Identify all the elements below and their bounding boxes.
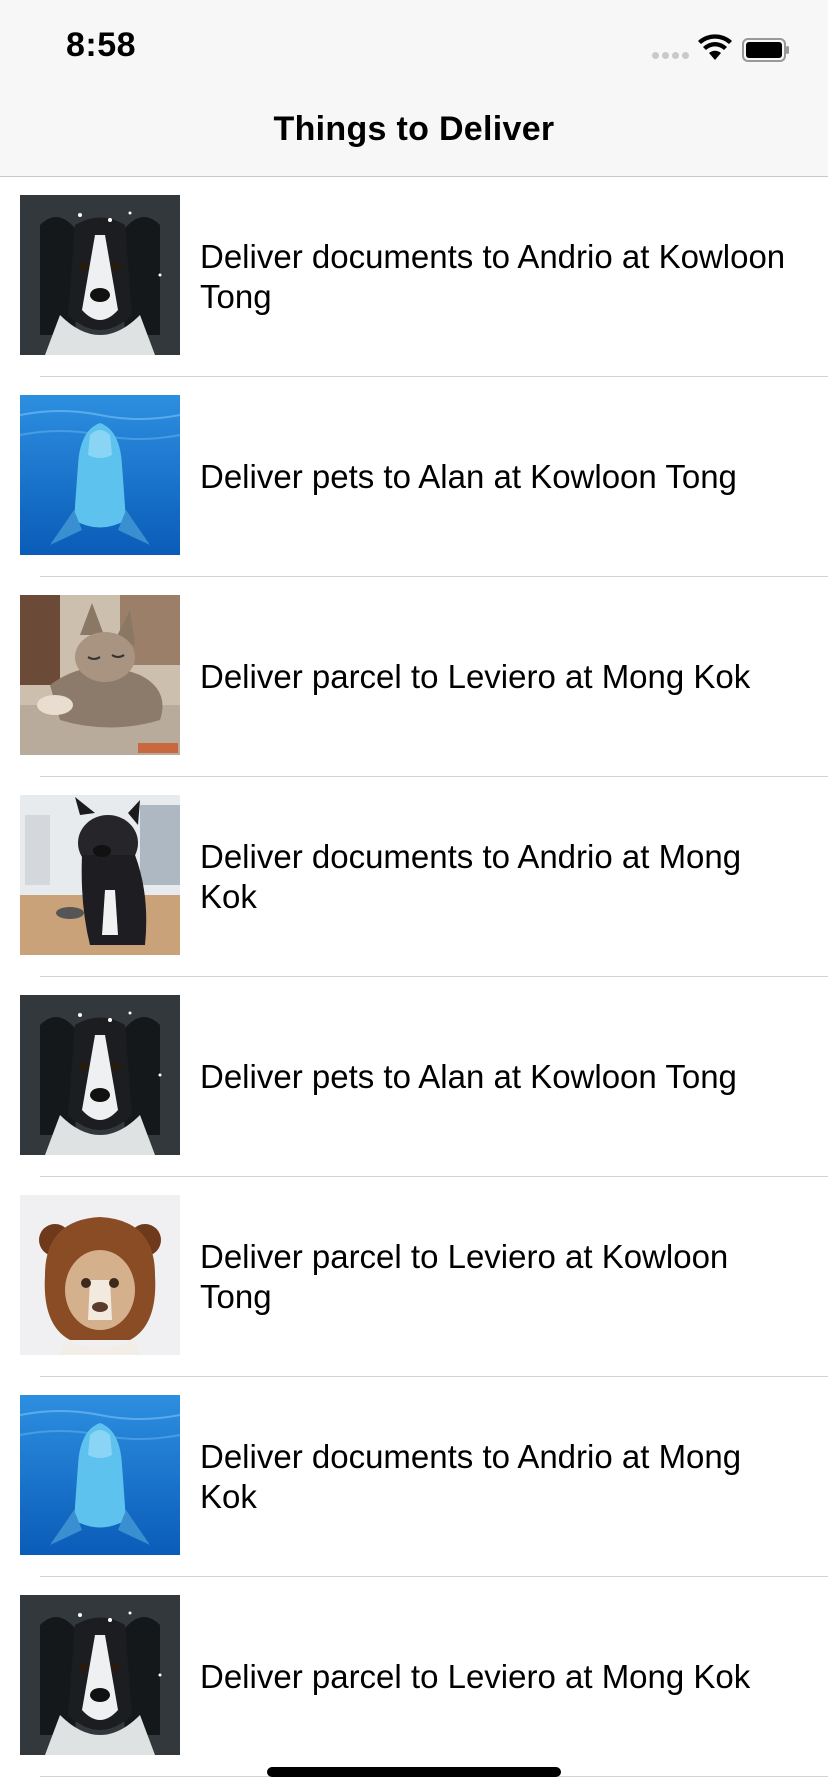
page-title: Things to Deliver xyxy=(273,110,555,148)
item-label: Deliver documents to Andrio at Mong Kok xyxy=(200,1438,742,1515)
list-item[interactable]: Deliver pets to Alan at Kowloon Tong xyxy=(0,977,828,1177)
item-thumbnail xyxy=(20,1395,180,1555)
item-label: Deliver documents to Andrio at Kowloon T… xyxy=(200,238,786,315)
cellular-signal-icon xyxy=(652,52,689,59)
item-label: Deliver pets to Alan at Kowloon Tong xyxy=(200,1058,737,1095)
home-indicator[interactable] xyxy=(267,1767,561,1777)
list-item[interactable]: Deliver documents to Andrio at Mong Kok xyxy=(0,1377,828,1577)
item-label: Deliver pets to Alan at Kowloon Tong xyxy=(200,458,737,495)
list-item[interactable]: Deliver documents to Andrio at Mong Kok xyxy=(0,777,828,977)
list-item[interactable]: Deliver parcel to Leviero at Mong Kok xyxy=(0,577,828,777)
item-thumbnail xyxy=(20,595,180,755)
list-item[interactable]: Deliver parcel to Leviero at Mong Kok xyxy=(0,1577,828,1777)
item-thumbnail xyxy=(20,1595,180,1755)
list-item[interactable]: Deliver parcel to Leviero at Kowloon Ton… xyxy=(0,1177,828,1377)
list-item[interactable]: Deliver documents to Andrio at Kowloon T… xyxy=(0,177,828,377)
navigation-header: 8:58 Things to Deliver xyxy=(0,0,828,177)
item-label: Deliver parcel to Leviero at Mong Kok xyxy=(200,658,751,695)
item-thumbnail xyxy=(20,995,180,1155)
item-label: Deliver documents to Andrio at Mong Kok xyxy=(200,838,742,915)
wifi-icon xyxy=(698,34,732,60)
screen: 8:58 Things to Deliver Deliver documents… xyxy=(0,0,828,1792)
item-thumbnail xyxy=(20,195,180,355)
item-thumbnail xyxy=(20,395,180,555)
item-thumbnail xyxy=(20,1195,180,1355)
battery-icon xyxy=(742,38,789,62)
item-label: Deliver parcel to Leviero at Mong Kok xyxy=(200,1658,751,1695)
delivery-list: Deliver documents to Andrio at Kowloon T… xyxy=(0,177,828,1777)
item-thumbnail xyxy=(20,795,180,955)
item-label: Deliver parcel to Leviero at Kowloon Ton… xyxy=(200,1238,729,1315)
status-time: 8:58 xyxy=(66,26,137,64)
list-item[interactable]: Deliver pets to Alan at Kowloon Tong xyxy=(0,377,828,577)
